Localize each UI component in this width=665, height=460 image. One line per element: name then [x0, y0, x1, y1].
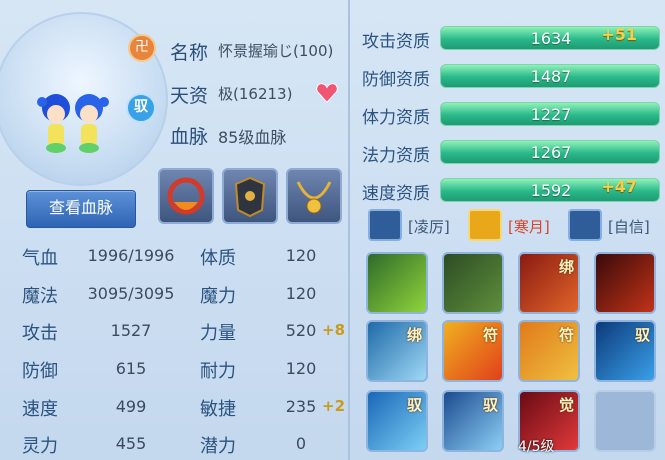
pet-yu-badge-icon: 驭: [126, 93, 156, 123]
quality-bar-speed: 1592 +47: [440, 177, 660, 202]
stat-value-agility: 235: [285, 397, 317, 416]
stat-label-defense: 防御: [22, 361, 58, 382]
stat-value-speed: 499: [115, 397, 147, 416]
quality-bonus-attack: +51: [601, 25, 637, 44]
armor-equipment-icon: [234, 176, 266, 218]
shield-skill-icon[interactable]: 驭: [366, 390, 428, 452]
quality-label-speed: 速度资质: [362, 184, 430, 204]
tiger-skill-icon[interactable]: 驭: [594, 320, 656, 382]
aspect-fierce-label: [凌厉]: [408, 218, 450, 236]
stat-label-attack: 攻击: [22, 323, 58, 344]
quality-value-mana: 1267: [530, 143, 572, 162]
skill-tag: 驭: [482, 396, 498, 414]
talent-value: 极(16213): [218, 85, 293, 103]
talent-label: 天资: [170, 85, 209, 107]
beast-skill-icon[interactable]: [442, 252, 504, 314]
skill-level-text: 4/5级: [518, 439, 555, 455]
name-label: 名称: [170, 42, 209, 64]
stat-value-defense: 615: [115, 359, 147, 378]
stat-label-constitution: 体质: [200, 248, 236, 269]
blade-skill-icon[interactable]: 符: [518, 320, 580, 382]
stat-label-strength: 力量: [200, 323, 236, 344]
strike-skill-icon[interactable]: 绑: [518, 252, 580, 314]
quality-bonus-speed: +47: [601, 177, 637, 196]
aspect-confident-label: [自信]: [608, 218, 650, 236]
quality-label-mana: 法力资质: [362, 146, 430, 166]
favorite-heart-icon[interactable]: [316, 82, 338, 104]
stat-value-constitution: 120: [285, 246, 317, 265]
stat-value-attack: 1527: [110, 321, 152, 340]
stat-bonus-agility: +2: [322, 397, 346, 415]
quality-bar-attack: 1634 +51: [440, 25, 660, 50]
stat-label-endurance: 耐力: [200, 361, 236, 382]
quality-value-stamina: 1227: [530, 105, 572, 124]
equipment-slot-armor[interactable]: [222, 168, 278, 224]
skill-tag: 驭: [634, 326, 650, 344]
stat-value-spirit: 455: [115, 434, 147, 453]
stat-label-spirit: 灵力: [22, 436, 58, 457]
pet-avatar: [37, 94, 109, 153]
pet-rank-badge-icon: 卍: [128, 34, 156, 62]
aspect-fierce-icon[interactable]: [368, 209, 402, 241]
stat-value-mp: 3095/3095: [87, 284, 175, 303]
equipment-slot-necklace[interactable]: [286, 168, 342, 224]
skill-tag: 符: [482, 326, 498, 344]
skill-tag: 驭: [406, 396, 422, 414]
panel-divider: [348, 0, 350, 460]
skill-tag: 绑: [558, 258, 574, 276]
sword-skill-icon[interactable]: 绑: [366, 320, 428, 382]
demon-skill-icon[interactable]: [594, 252, 656, 314]
bloodline-value: 85级血脉: [218, 128, 287, 147]
quality-value-defense: 1487: [530, 67, 572, 86]
necklace-equipment-icon: [296, 181, 332, 214]
collar-equipment-icon: [167, 177, 205, 215]
stat-value-strength: 520: [285, 321, 317, 340]
stat-value-magic: 120: [285, 284, 317, 303]
empty-skill-slot[interactable]: [594, 390, 656, 452]
quality-bar-defense: 1487: [440, 64, 660, 88]
stat-label-potential: 潜力: [200, 436, 236, 457]
bloodline-label: 血脉: [170, 126, 209, 148]
aspect-confident-icon[interactable]: [568, 209, 602, 241]
skill-tag: 符: [558, 326, 574, 344]
name-value: 怀景握瑜じ(100): [218, 42, 334, 60]
skill-tag: 绑: [406, 326, 422, 344]
stat-value-endurance: 120: [285, 359, 317, 378]
aspect-coldmoon-label: [寒月]: [508, 218, 550, 236]
stat-label-mp: 魔法: [22, 286, 58, 307]
quality-label-attack: 攻击资质: [362, 32, 430, 52]
stat-label-speed: 速度: [22, 399, 58, 420]
quality-label-stamina: 体力资质: [362, 108, 430, 128]
skill-tag: 觉: [558, 396, 574, 414]
stat-value-hp: 1996/1996: [87, 246, 175, 265]
stat-label-agility: 敏捷: [200, 399, 236, 420]
view-bloodline-button[interactable]: 查看血脉: [26, 190, 136, 228]
ice-skill-icon[interactable]: 驭: [442, 390, 504, 452]
equipment-slot-collar[interactable]: [158, 168, 214, 224]
quality-bar-mana: 1267: [440, 140, 660, 164]
ghost-skill-icon[interactable]: [366, 252, 428, 314]
quality-label-defense: 防御资质: [362, 70, 430, 90]
fire-skill-icon[interactable]: 符: [442, 320, 504, 382]
stat-label-hp: 气血: [22, 248, 58, 269]
quality-bar-stamina: 1227: [440, 102, 660, 126]
aspect-coldmoon-icon[interactable]: [468, 209, 502, 241]
stat-bonus-strength: +8: [322, 321, 346, 339]
stat-label-magic: 魔力: [200, 286, 236, 307]
stat-value-potential: 0: [295, 434, 307, 453]
